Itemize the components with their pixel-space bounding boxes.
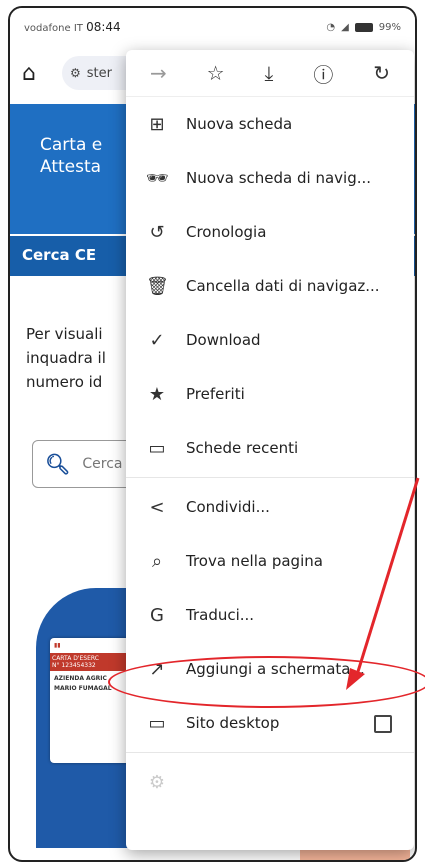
menu-item-incognito[interactable]: 🕶︎ Nuova scheda di navig... bbox=[126, 151, 414, 205]
menu-item-bookmarks[interactable]: ★ Preferiti bbox=[126, 367, 414, 421]
info-icon[interactable]: ⓘ bbox=[313, 59, 333, 88]
bookmark-star-icon[interactable]: ☆ bbox=[207, 61, 225, 85]
battery-level: 99% bbox=[378, 21, 401, 33]
subnav-link-cerca[interactable]: Cerca CE bbox=[22, 246, 96, 264]
instruction-text: Per visuali inquadra il numero id bbox=[26, 325, 106, 391]
menu-item-share[interactable]: < Condividi... bbox=[126, 480, 414, 534]
menu-action-row: → ☆ ⤓ ⓘ ↻ bbox=[126, 50, 414, 97]
recent-tabs-icon: ▭ bbox=[148, 437, 166, 459]
chrome-overflow-menu: → ☆ ⤓ ⓘ ↻ ⊞ Nuova scheda 🕶︎ Nuova scheda d… bbox=[126, 50, 414, 850]
trash-icon: 🗑︎ bbox=[146, 275, 169, 297]
card-logo: ▮▮ bbox=[54, 642, 61, 649]
translate-icon: G bbox=[150, 604, 164, 626]
menu-item-recent-tabs[interactable]: ▭ Schede recenti bbox=[126, 421, 414, 475]
menu-item-new-tab[interactable]: ⊞ Nuova scheda bbox=[126, 97, 414, 151]
menu-item-clear-data[interactable]: 🗑︎ Cancella dati di navigaz... bbox=[126, 259, 414, 313]
incognito-icon: 🕶︎ bbox=[146, 167, 169, 189]
url-text: ster bbox=[86, 65, 112, 81]
home-icon[interactable]: ⌂ bbox=[22, 61, 54, 86]
signal-icon: ◢ bbox=[341, 21, 349, 33]
share-icon: < bbox=[149, 496, 165, 518]
download-icon: ✓ bbox=[149, 329, 165, 351]
star-icon: ★ bbox=[148, 383, 166, 405]
menu-divider bbox=[126, 752, 414, 753]
search-icon: 🔍︎ bbox=[45, 452, 71, 476]
menu-item-history[interactable]: ↺ Cronologia bbox=[126, 205, 414, 259]
status-bar: vodafone IT 08:44 ◔ ◢ 99% bbox=[10, 8, 415, 46]
download-page-icon[interactable]: ⤓ bbox=[265, 61, 274, 85]
menu-item-partial: ⚙ bbox=[126, 755, 414, 809]
menu-item-downloads[interactable]: ✓ Download bbox=[126, 313, 414, 367]
find-icon: ⌕ bbox=[151, 550, 163, 572]
settings-icon: ⚙ bbox=[148, 771, 166, 793]
clock: 08:44 bbox=[86, 20, 121, 34]
site-settings-icon[interactable]: ⚙ bbox=[70, 66, 81, 80]
carrier-name: vodafone IT bbox=[24, 23, 83, 34]
desktop-site-checkbox[interactable] bbox=[374, 715, 392, 733]
page-title: Carta e Attesta bbox=[40, 135, 103, 177]
history-icon: ↺ bbox=[149, 221, 165, 243]
menu-divider bbox=[126, 477, 414, 478]
desktop-icon: ▭ bbox=[148, 712, 166, 734]
forward-icon[interactable]: → bbox=[150, 61, 167, 85]
search-placeholder: Cerca bbox=[82, 456, 123, 472]
menu-item-find[interactable]: ⌕ Trova nella pagina bbox=[126, 534, 414, 588]
new-tab-icon: ⊞ bbox=[149, 113, 165, 135]
phone-frame: vodafone IT 08:44 ◔ ◢ 99% ⌂ ⚙ ster Carta… bbox=[8, 6, 417, 862]
wifi-icon: ◔ bbox=[326, 21, 336, 33]
reload-icon[interactable]: ↻ bbox=[373, 61, 390, 85]
menu-item-translate[interactable]: G Traduci... bbox=[126, 588, 414, 642]
battery-icon bbox=[354, 22, 373, 32]
highlight-ellipse bbox=[108, 656, 425, 708]
